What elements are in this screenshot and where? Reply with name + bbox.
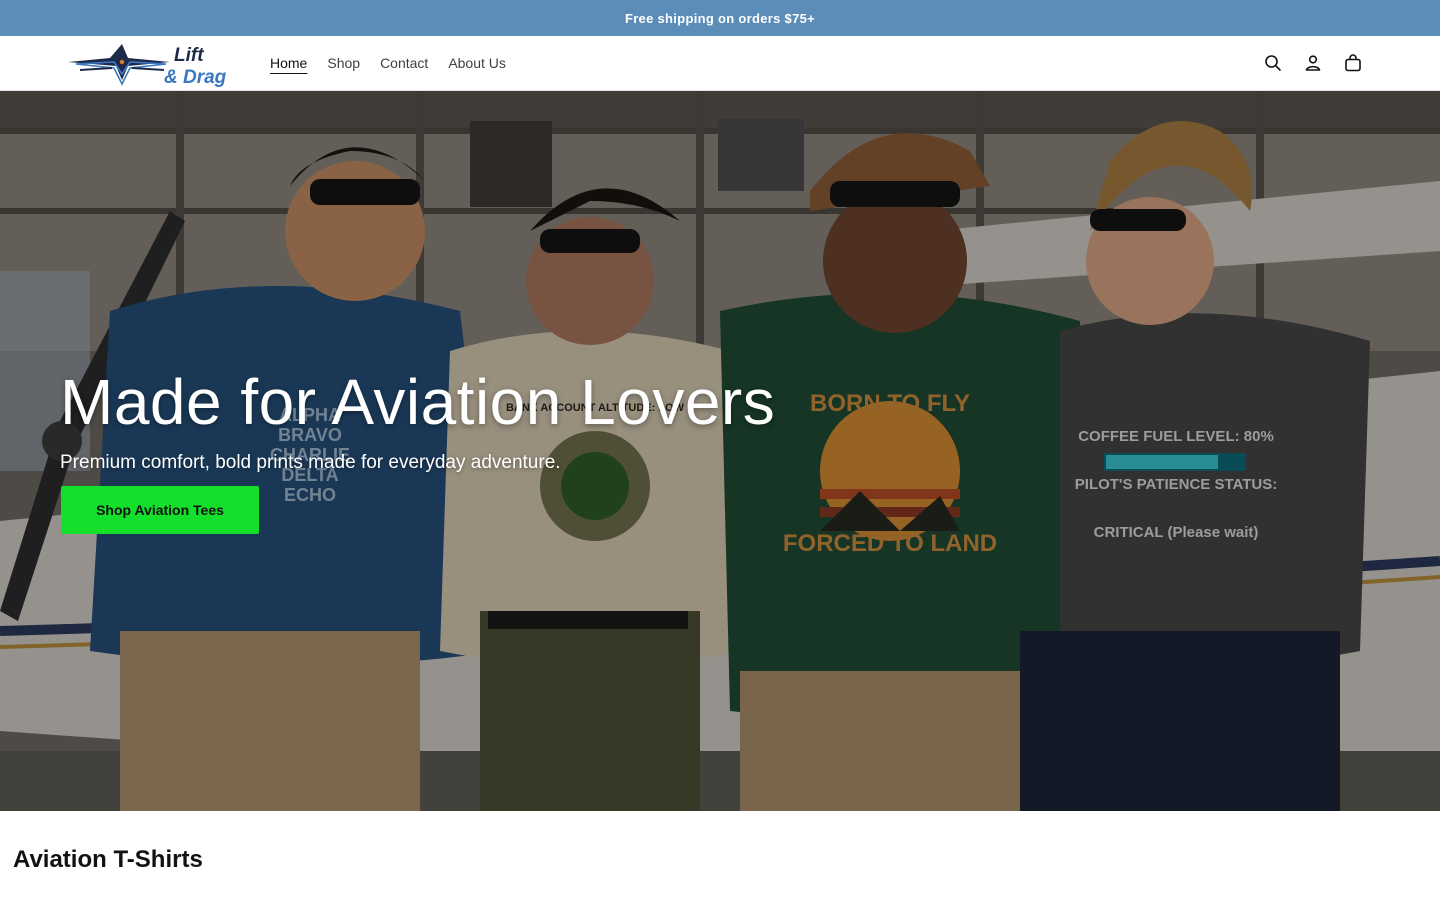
cart-icon[interactable] — [1342, 52, 1364, 74]
hero-title: Made for Aviation Lovers — [60, 366, 776, 438]
hero-subtitle: Premium comfort, bold prints made for ev… — [60, 452, 561, 473]
account-icon[interactable] — [1302, 52, 1324, 74]
announcement-text: Free shipping on orders $75+ — [624, 10, 816, 26]
site-header: Lift & Drag Home Shop Contact About Us — [0, 36, 1440, 91]
hero-overlay — [0, 91, 1440, 811]
nav-contact[interactable]: Contact — [380, 51, 428, 75]
nav-about-us[interactable]: About Us — [448, 51, 506, 75]
brand-logo[interactable]: Lift & Drag — [66, 40, 250, 88]
brand-line1: Lift — [174, 45, 204, 66]
search-icon[interactable] — [1262, 52, 1284, 74]
brand-line2: & Drag — [164, 67, 227, 88]
header-icons — [1262, 36, 1364, 90]
announcement-bar: Free shipping on orders $75+ — [0, 0, 1440, 36]
hero-banner: ALPHA BRAVO CHARLIE DELTA ECHO BANK ACCOUNT A… — [0, 91, 1440, 811]
nav-home[interactable]: Home — [270, 51, 307, 75]
main-nav: Home Shop Contact About Us — [270, 36, 506, 90]
shop-aviation-tees-button[interactable]: Shop Aviation Tees — [61, 486, 259, 534]
section-title-aviation-tshirts: Aviation T-Shirts — [13, 846, 203, 873]
nav-shop[interactable]: Shop — [327, 51, 360, 75]
